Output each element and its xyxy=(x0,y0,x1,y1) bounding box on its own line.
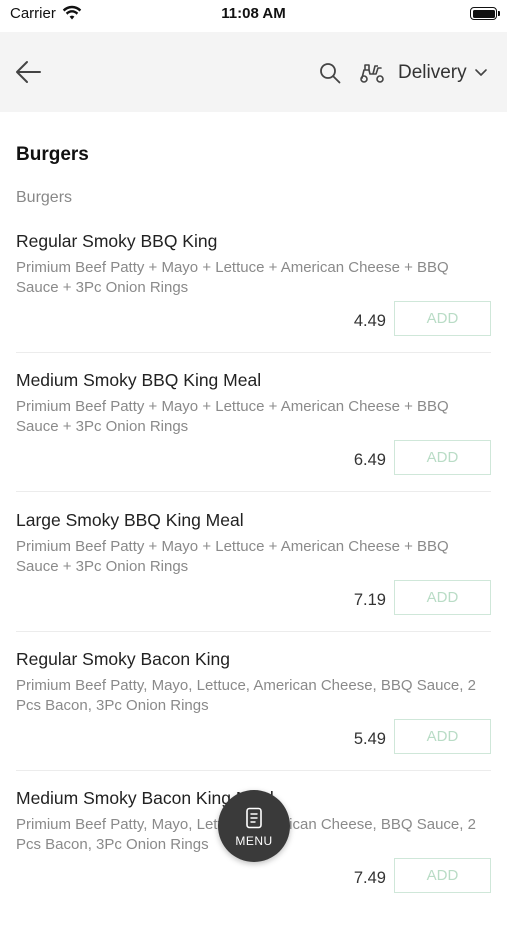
item-price: 7.49 xyxy=(353,869,386,887)
item-description: Primium Beef Patty + Mayo + Lettuce + Am… xyxy=(16,259,449,296)
delivery-mode-label[interactable]: Delivery xyxy=(398,62,467,84)
item-name: Large Smoky BBQ King Meal xyxy=(16,510,244,530)
divider xyxy=(16,491,491,492)
top-navigation-bar: Delivery xyxy=(0,32,507,112)
item-name: Medium Smoky BBQ King Meal xyxy=(16,370,262,390)
item-price: 5.49 xyxy=(353,730,386,748)
back-arrow-icon[interactable] xyxy=(14,58,42,86)
scooter-delivery-icon[interactable] xyxy=(358,60,386,84)
add-button[interactable]: ADD xyxy=(394,440,491,475)
search-icon[interactable] xyxy=(319,62,341,84)
status-bar: Carrier 11:08 AM xyxy=(0,0,507,30)
add-button[interactable]: ADD xyxy=(394,858,491,893)
add-button[interactable]: ADD xyxy=(394,719,491,754)
menu-item[interactable]: Large Smoky BBQ King Meal Primium Beef P… xyxy=(16,510,491,650)
item-description: Primium Beef Patty, Mayo, Lettuce, Ameri… xyxy=(16,677,476,714)
item-name: Regular Smoky Bacon King xyxy=(16,649,230,669)
clock: 11:08 AM xyxy=(221,5,286,22)
menu-fab-label: MENU xyxy=(235,834,273,848)
item-price: 4.49 xyxy=(353,312,386,330)
item-name: Regular Smoky BBQ King xyxy=(16,231,218,251)
menu-item[interactable]: Regular Smoky Bacon King Primium Beef Pa… xyxy=(16,649,491,789)
divider xyxy=(16,631,491,632)
menu-item[interactable]: Medium Smoky BBQ King Meal Primium Beef … xyxy=(16,370,491,510)
battery-icon xyxy=(470,7,500,20)
item-description: Primium Beef Patty + Mayo + Lettuce + Am… xyxy=(16,538,449,575)
divider xyxy=(16,770,491,771)
category-title: Burgers xyxy=(16,144,89,165)
item-price: 6.49 xyxy=(353,451,386,469)
item-price: 7.19 xyxy=(353,591,386,609)
divider xyxy=(16,352,491,353)
item-description: Primium Beef Patty + Mayo + Lettuce + Am… xyxy=(16,398,449,435)
subcategory-label: Burgers xyxy=(16,189,73,206)
add-button[interactable]: ADD xyxy=(394,580,491,615)
menu-card-icon xyxy=(246,807,262,829)
menu-fab-button[interactable]: MENU xyxy=(218,790,290,862)
add-button[interactable]: ADD xyxy=(394,301,491,336)
chevron-down-icon[interactable] xyxy=(474,68,488,78)
menu-item[interactable]: Regular Smoky BBQ King Primium Beef Patt… xyxy=(16,231,491,371)
